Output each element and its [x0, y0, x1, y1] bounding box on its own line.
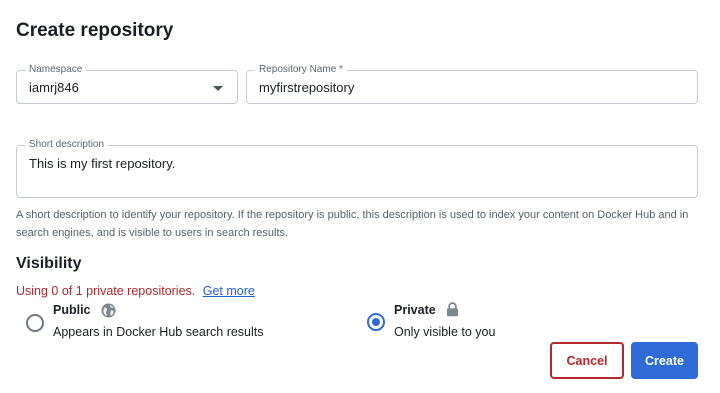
namespace-select[interactable]: Namespace iamrj846 — [16, 63, 238, 104]
repository-name-value: myfirstrepository — [259, 80, 355, 95]
private-option-title[interactable]: Private — [394, 303, 436, 317]
cancel-button[interactable]: Cancel — [550, 342, 624, 379]
page-title: Create repository — [16, 20, 174, 41]
private-repo-usage: Using 0 of 1 private repositories. Get m… — [16, 284, 255, 298]
namespace-value: iamrj846 — [29, 80, 79, 95]
short-description-helper: A short description to identify your rep… — [16, 209, 689, 239]
repository-name-input[interactable]: Repository Name * myfirstrepository — [246, 63, 698, 104]
short-description-input[interactable]: Short description This is my first repos… — [16, 138, 698, 198]
public-option-title[interactable]: Public — [53, 303, 91, 317]
create-button[interactable]: Create — [631, 342, 698, 379]
get-more-link[interactable]: Get more — [203, 284, 255, 298]
globe-icon — [101, 303, 116, 318]
visibility-title: Visibility — [16, 255, 82, 272]
chevron-down-icon[interactable] — [213, 86, 223, 91]
private-option-description: Only visible to you — [394, 325, 496, 339]
repository-name-label: Repository Name * — [255, 63, 347, 77]
usage-text: Using 0 of 1 private repositories. — [16, 284, 196, 298]
create-repository-page: Create repository Namespace iamrj846 Rep… — [0, 0, 720, 393]
public-option-description: Appears in Docker Hub search results — [53, 325, 264, 339]
short-description-value: This is my first repository. — [29, 156, 176, 171]
namespace-label: Namespace — [25, 63, 87, 77]
lock-icon — [447, 302, 458, 317]
short-description-label: Short description — [25, 138, 109, 152]
private-radio[interactable] — [367, 313, 385, 331]
public-radio[interactable] — [26, 314, 44, 332]
